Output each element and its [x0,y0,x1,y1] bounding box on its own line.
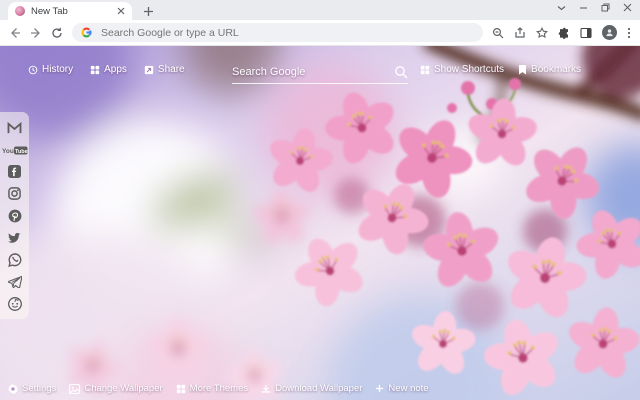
show-shortcuts-label: Show Shortcuts [434,64,505,75]
sidebar-item-telegram[interactable] [6,273,23,290]
sidebar-item-twitter[interactable] [6,229,23,246]
search-icon[interactable] [394,65,408,79]
pinterest-icon [8,209,21,222]
bookmarks-label: Bookmarks [531,64,582,75]
zoom-icon[interactable] [492,27,504,39]
url-input[interactable] [99,25,474,40]
settings-button[interactable]: Settings [8,383,56,394]
history-icon [28,65,38,74]
cherry-blossom-wallpaper [0,46,640,400]
window-controls [557,1,632,14]
tab-favicon-flower-icon [15,6,25,16]
share-icon[interactable] [514,26,526,39]
social-sidebar: You Tube [0,112,29,319]
download-icon [261,384,271,393]
wallpaper-search-box[interactable]: Search Google [232,61,408,84]
themes-grid-icon [176,384,185,393]
sidebar-item-reddit[interactable] [6,295,23,312]
tab-title: New Tab [31,5,68,17]
sidebar-item-youtube[interactable]: You Tube [2,141,28,158]
svg-text:Tube: Tube [15,149,28,155]
sidebar-item-pinterest[interactable] [6,207,23,224]
telegram-icon [7,275,22,288]
bookmarks-button[interactable]: Bookmarks [518,64,581,75]
close-icon[interactable] [623,3,632,12]
tab-strip: New Tab [0,0,640,20]
bookmark-icon [519,65,527,75]
change-wallpaper-button[interactable]: Change Wallpaper [69,383,163,394]
show-shortcuts-button[interactable]: Show Shortcuts [420,64,504,75]
url-bar[interactable] [72,23,483,42]
instagram-icon [8,187,21,200]
more-themes-label: More Themes [189,383,249,394]
new-note-button[interactable]: New note [375,383,429,394]
profile-avatar[interactable] [602,25,617,40]
svg-text:You: You [2,148,14,155]
more-themes-button[interactable]: More Themes [176,383,248,394]
image-icon [69,383,81,394]
apps-grid-icon [90,65,100,74]
new-tab-page: History Apps Share Search Google Show Sh… [0,46,640,400]
gmail-icon [7,121,22,133]
share-box-icon [144,65,154,74]
share-button[interactable]: Share [144,64,185,75]
google-g-icon [81,27,92,38]
youtube-icon: You Tube [2,146,28,155]
overlay-top-left: History Apps Share [28,64,185,75]
overlay-bottom-bar: Settings Change Wallpaper More Themes Do… [8,383,429,394]
twitter-icon [7,232,21,243]
gear-icon [8,383,18,394]
reddit-icon [7,296,22,311]
history-button[interactable]: History [28,64,73,75]
change-wallpaper-label: Change Wallpaper [84,383,163,394]
sidebar-item-instagram[interactable] [6,185,23,202]
whatsapp-icon [7,252,21,267]
reload-icon[interactable] [51,27,63,39]
overlay-top-right: Show Shortcuts Bookmarks [420,64,581,75]
history-label: History [42,64,74,75]
download-wallpaper-button[interactable]: Download Wallpaper [261,383,362,394]
side-panel-icon[interactable] [580,27,592,39]
tab-close-icon[interactable] [117,7,125,15]
browser-window: New Tab Search Google or type a URL Hist… [0,0,640,400]
extensions-icon[interactable] [558,27,570,39]
sidebar-item-facebook[interactable] [6,163,23,180]
toolbar-right-icons [492,25,631,40]
share-label: Share [157,64,185,75]
menu-dots-icon[interactable] [627,27,631,39]
sidebar-item-whatsapp[interactable] [6,251,23,268]
apps-button[interactable]: Apps [90,64,127,75]
download-wallpaper-label: Download Wallpaper [275,383,363,394]
settings-label: Settings [22,383,57,394]
bookmark-star-icon[interactable] [536,26,548,39]
chevron-down-icon[interactable] [557,5,566,11]
new-tab-button[interactable] [140,3,156,19]
sidebar-item-gmail[interactable] [6,119,23,136]
search-placeholder: Search Google [232,66,306,78]
back-icon[interactable] [9,27,21,39]
restore-icon[interactable] [601,3,610,12]
browser-toolbar [0,20,640,46]
new-note-label: New note [388,383,429,394]
shortcuts-grid-icon [420,65,430,74]
tab-new-tab[interactable]: New Tab [8,2,132,20]
forward-icon[interactable] [30,27,42,39]
apps-label: Apps [104,64,127,75]
minimize-icon[interactable] [579,3,588,12]
facebook-icon [8,165,21,178]
plus-icon [376,384,384,393]
